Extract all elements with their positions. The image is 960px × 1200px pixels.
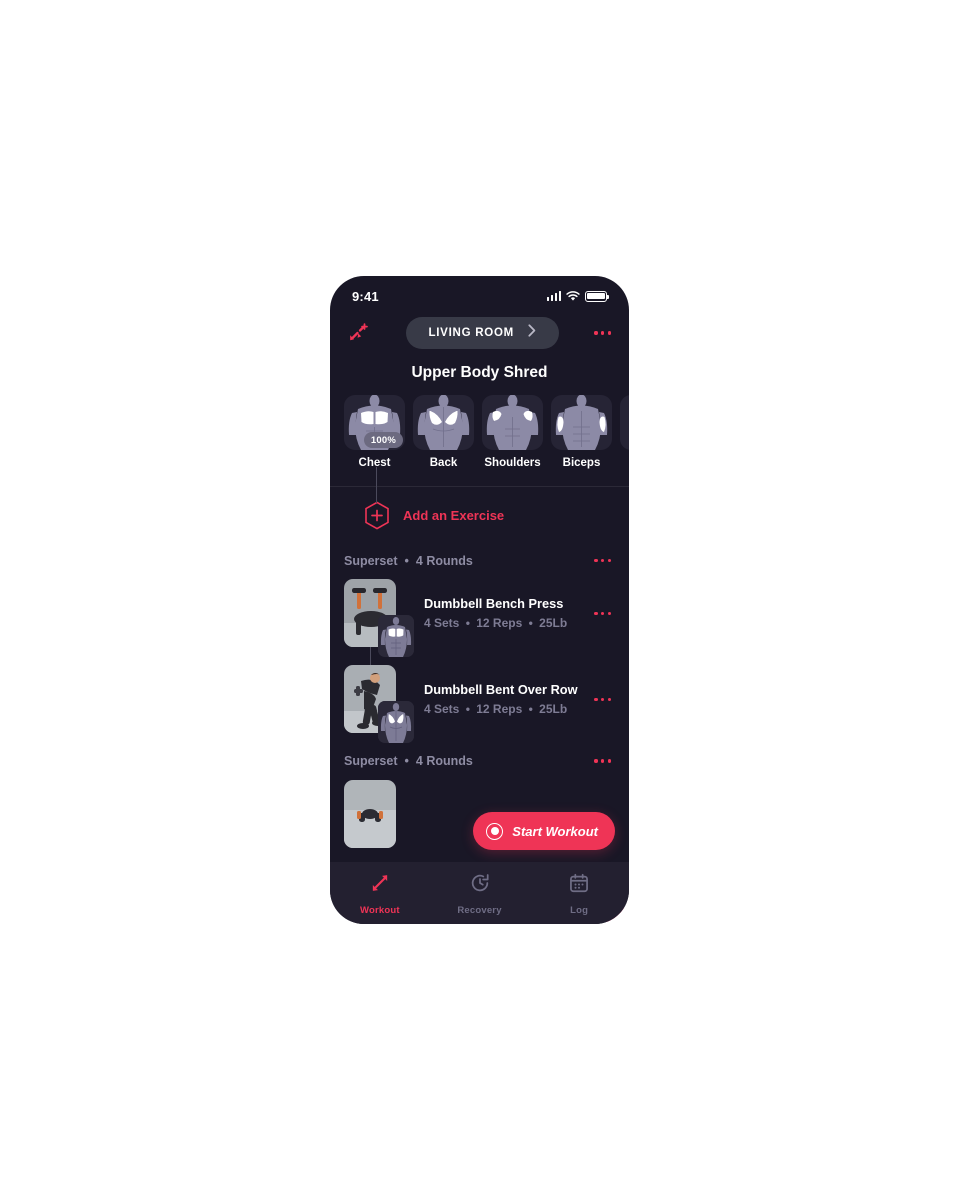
separator-dot: •: [528, 616, 533, 631]
exercise-name: Dumbbell Bent Over Row: [424, 682, 578, 698]
exercise-sets: 4 Sets: [424, 702, 460, 717]
nav-item-label: Workout: [359, 905, 400, 916]
exercise-sets: 4 Sets: [424, 616, 460, 631]
cellular-signal-icon: [546, 291, 561, 301]
more-horizontal-icon[interactable]: [592, 692, 613, 707]
exercise-thumbnail: [344, 579, 414, 658]
separator-dot: •: [528, 702, 533, 717]
muscle-card-back[interactable]: 95% Back: [413, 395, 627, 922]
exercise-meta: 4 Sets • 12 Reps • 25Lb: [424, 702, 592, 716]
exercise-thumbnail: [344, 779, 396, 848]
exercise-name: Dumbbell Bench Press: [424, 596, 564, 612]
muscle-card-label: Chest: [358, 457, 391, 469]
exercise-row[interactable]: Dumbbell Bench Press 4 Sets • 12 Reps • …: [330, 577, 629, 709]
superset-rounds-label: 4 Rounds: [415, 553, 473, 568]
more-horizontal-icon[interactable]: [592, 553, 613, 568]
hexagon-plus-icon: [364, 501, 390, 530]
nav-item-log[interactable]: Log: [529, 872, 629, 916]
muscle-card-shoulders[interactable]: 91% Shoulders: [482, 395, 627, 922]
calendar-icon: [568, 872, 590, 899]
status-bar-clock: 9:41: [352, 288, 379, 304]
superset-type-label: Superset: [344, 754, 398, 769]
separator-dot: •: [404, 553, 409, 568]
wifi-icon: [566, 290, 580, 302]
nav-item-recovery[interactable]: Recovery: [430, 872, 530, 916]
exercise-reps: 12 Reps: [476, 702, 523, 717]
more-horizontal-icon[interactable]: [592, 753, 613, 768]
status-bar-icons: [546, 290, 610, 302]
chevron-right-icon: [528, 324, 536, 342]
exercise-list[interactable]: Superset • 4 Rounds Dumbbell Bench Press…: [330, 544, 629, 924]
muscle-card-label: Back: [429, 457, 458, 469]
muscle-card-biceps[interactable]: 88% Biceps: [551, 395, 627, 922]
nav-item-label: Recovery: [457, 905, 502, 916]
exercise-reps: 12 Reps: [476, 616, 523, 631]
superset-type-label: Superset: [344, 553, 398, 568]
muscle-card-label: Shoulders: [484, 457, 541, 469]
muscle-card-chest[interactable]: 100% Chest: [344, 395, 405, 469]
dumbbell-icon: [369, 872, 391, 899]
exercise-weight: 25Lb: [539, 702, 568, 717]
superset-header: Superset • 4 Rounds: [330, 544, 629, 577]
more-horizontal-icon[interactable]: [592, 606, 613, 621]
muscle-percent-badge: 100%: [363, 432, 403, 448]
status-bar: 9:41: [330, 276, 629, 310]
nav-item-label: Log: [570, 905, 589, 916]
bottom-navigation[interactable]: Workout Recovery Log: [330, 862, 629, 924]
app-top-bar: LIVING ROOM: [330, 310, 629, 356]
muscle-badge: [378, 615, 414, 658]
add-exercise-label: Add an Exercise: [403, 508, 505, 523]
start-workout-button[interactable]: Start Workout: [473, 812, 615, 850]
muscle-thumbnail: 100%: [344, 395, 405, 450]
superset-header: Superset • 4 Rounds: [330, 739, 629, 777]
muscle-card-label: Core: [620, 457, 629, 469]
battery-full-icon: [585, 290, 610, 302]
page-title: Upper Body Shred: [411, 364, 548, 381]
muscle-thumbnail: [620, 395, 629, 450]
nav-item-workout[interactable]: Workout: [330, 872, 430, 916]
exercise-meta: 4 Sets • 12 Reps • 25Lb: [424, 616, 592, 630]
phone-frame: 9:41 LIVING ROOM Upper Body Shred 100% C…: [330, 276, 629, 924]
exercise-weight: 25Lb: [539, 616, 568, 631]
record-circle-icon: [486, 822, 504, 840]
muscle-thumbnail: [413, 395, 474, 450]
exercise-photo: [344, 779, 396, 848]
muscle-card-label: Biceps: [562, 457, 601, 469]
separator-dot: •: [404, 754, 409, 769]
separator-dot: •: [465, 616, 470, 631]
screenshot-canvas: 9:41 LIVING ROOM Upper Body Shred 100% C…: [0, 0, 960, 1200]
dumbbell-plus-icon[interactable]: [346, 320, 372, 346]
superset-rounds-label: 4 Rounds: [415, 754, 473, 769]
muscle-badge: [378, 701, 414, 744]
muscle-group-strip[interactable]: 100% Chest Back Shoulders Biceps: [330, 395, 629, 922]
exercise-info: Dumbbell Bench Press 4 Sets • 12 Reps • …: [424, 596, 592, 630]
exercise-info: Dumbbell Bent Over Row 4 Sets • 12 Reps …: [424, 682, 592, 716]
muscle-card-core[interactable]: Core: [620, 395, 629, 469]
muscle-thumbnail: [482, 395, 543, 450]
separator-dot: •: [465, 702, 470, 717]
room-selector[interactable]: LIVING ROOM: [405, 317, 559, 349]
start-workout-label: Start Workout: [512, 823, 598, 839]
exercise-thumbnail: [344, 665, 414, 744]
room-selector-label: LIVING ROOM: [428, 327, 514, 339]
clock-refresh-icon: [469, 872, 491, 899]
muscle-thumbnail: [551, 395, 612, 450]
add-exercise-row[interactable]: Add an Exercise: [330, 467, 629, 544]
exercise-row[interactable]: Dumbbell Bent Over Row 4 Sets • 12 Reps …: [330, 653, 629, 744]
more-horizontal-icon[interactable]: [592, 325, 613, 340]
connector-line: [376, 467, 377, 503]
